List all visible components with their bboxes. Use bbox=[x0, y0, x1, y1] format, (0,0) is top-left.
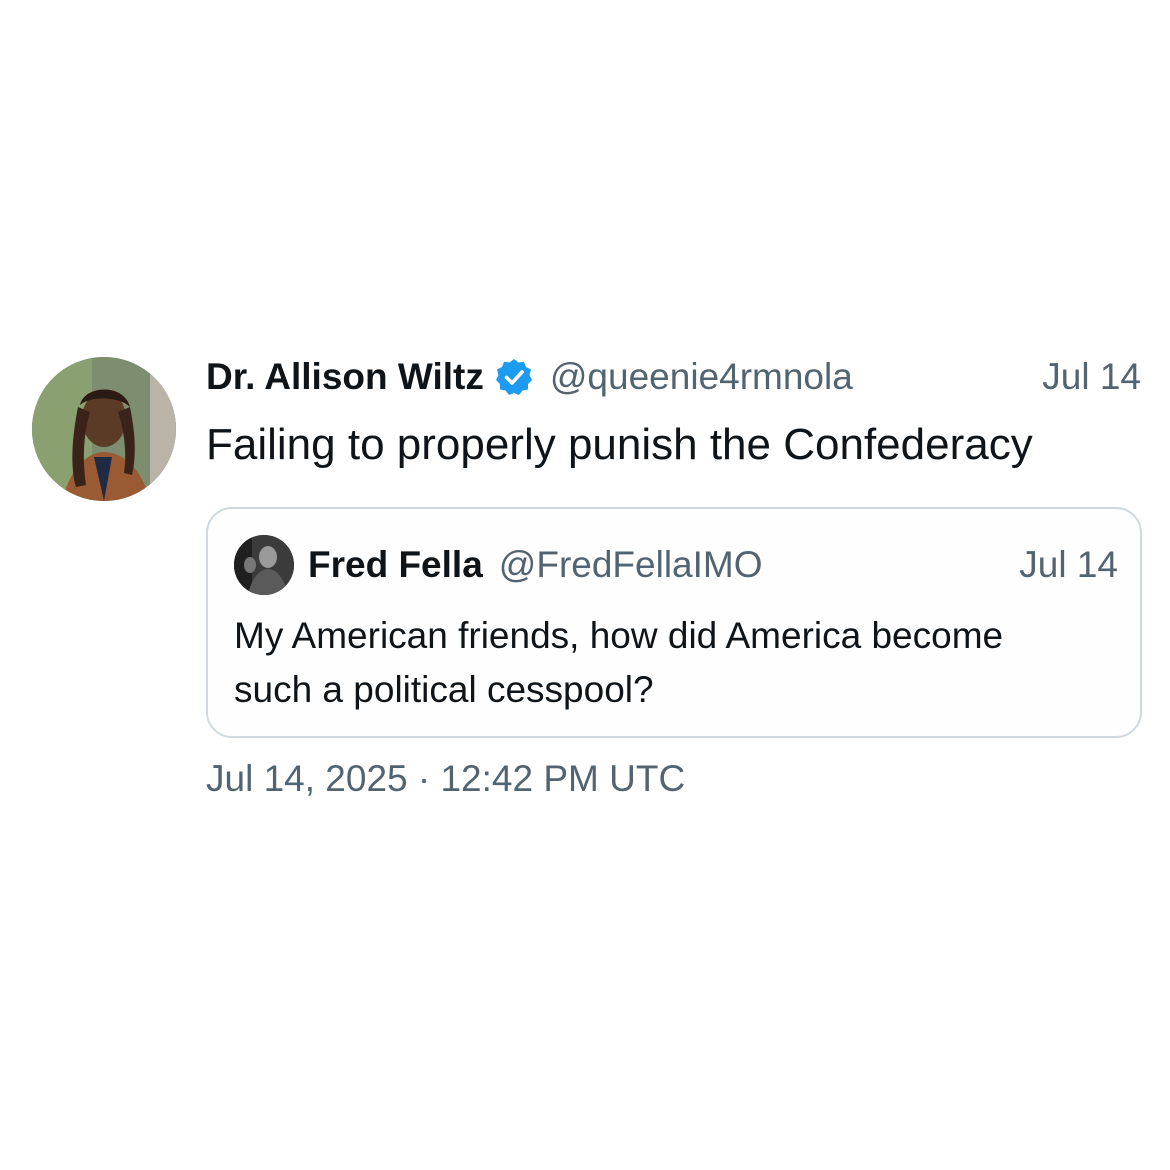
verified-badge-icon bbox=[494, 357, 534, 397]
tweet-timestamp[interactable]: Jul 14, 2025 · 12:42 PM UTC bbox=[206, 758, 685, 800]
quoted-tweet-text: My American friends, how did America bec… bbox=[234, 615, 1004, 710]
tweet-date[interactable]: Jul 14 bbox=[1042, 356, 1141, 398]
quoted-author-name[interactable]: Fred Fella bbox=[308, 544, 483, 586]
quoted-tweet[interactable]: Fred Fella @FredFellaIMO Jul 14 My Ameri… bbox=[206, 507, 1142, 738]
quoted-tweet-date[interactable]: Jul 14 bbox=[1019, 544, 1118, 586]
quoted-author-handle[interactable]: @FredFellaIMO bbox=[499, 544, 763, 586]
quoted-author-avatar[interactable] bbox=[234, 535, 294, 595]
tweet-text: Failing to properly punish the Confedera… bbox=[206, 420, 1033, 469]
quoted-tweet-header: Fred Fella @FredFellaIMO Jul 14 bbox=[234, 535, 1118, 595]
author-name[interactable]: Dr. Allison Wiltz bbox=[206, 356, 484, 398]
tweet-header: Dr. Allison Wiltz @queenie4rmnola Jul 14 bbox=[206, 352, 1141, 402]
tweet-card: Dr. Allison Wiltz @queenie4rmnola Jul 14… bbox=[0, 0, 1170, 1170]
author-handle[interactable]: @queenie4rmnola bbox=[550, 356, 853, 398]
author-avatar[interactable] bbox=[32, 357, 176, 501]
